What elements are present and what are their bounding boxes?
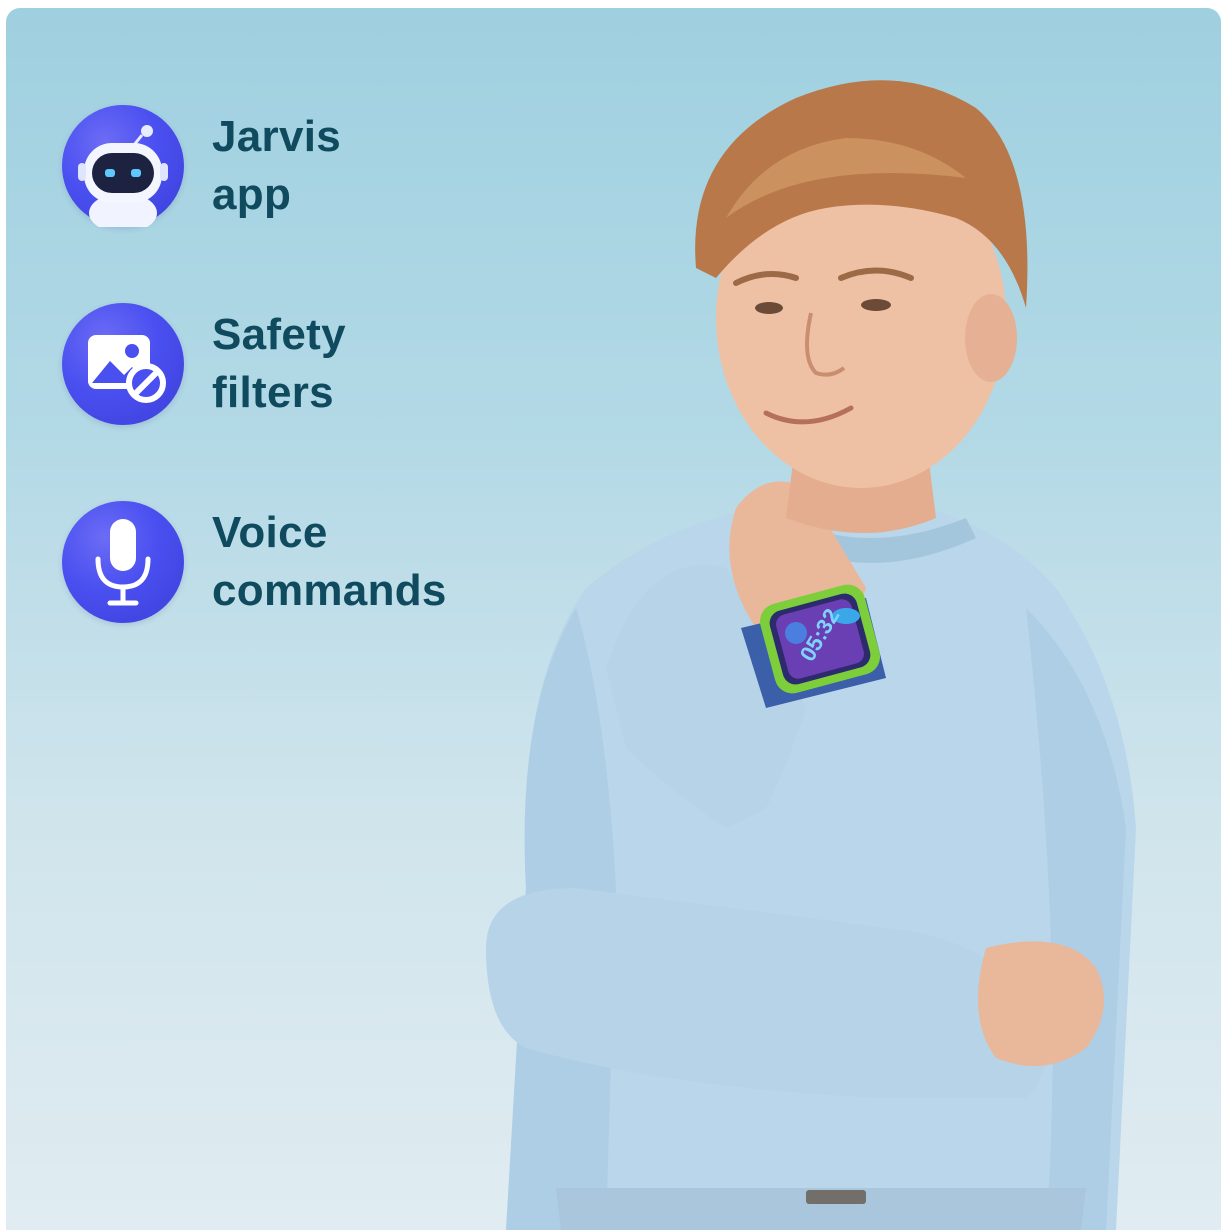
feature-item-jarvis-app: Jarvis app <box>62 105 341 227</box>
feature-label-line1: Jarvis <box>212 112 342 161</box>
boy-with-smartwatch-photo: 05:32 <box>486 80 1136 1230</box>
feature-label-line2: filters <box>212 368 334 417</box>
feature-label: Jarvis app <box>212 108 341 224</box>
feature-item-safety-filters: Safety filters <box>62 303 346 425</box>
feature-label-line2: app <box>212 170 292 219</box>
feature-label: Voice commands <box>212 504 447 620</box>
image-blocked-icon <box>62 303 184 425</box>
feature-label-line1: Safety <box>212 310 346 359</box>
microphone-icon <box>62 501 184 623</box>
promo-card: Jarvis app Safety filters Voice commands… <box>6 8 1221 1230</box>
feature-label: Safety filters <box>212 306 346 422</box>
feature-item-voice-commands: Voice commands <box>62 501 447 623</box>
robot-icon <box>62 105 184 227</box>
feature-list: Jarvis app Safety filters Voice commands <box>6 8 526 648</box>
feature-label-line2: commands <box>212 566 447 615</box>
feature-label-line1: Voice <box>212 508 328 557</box>
